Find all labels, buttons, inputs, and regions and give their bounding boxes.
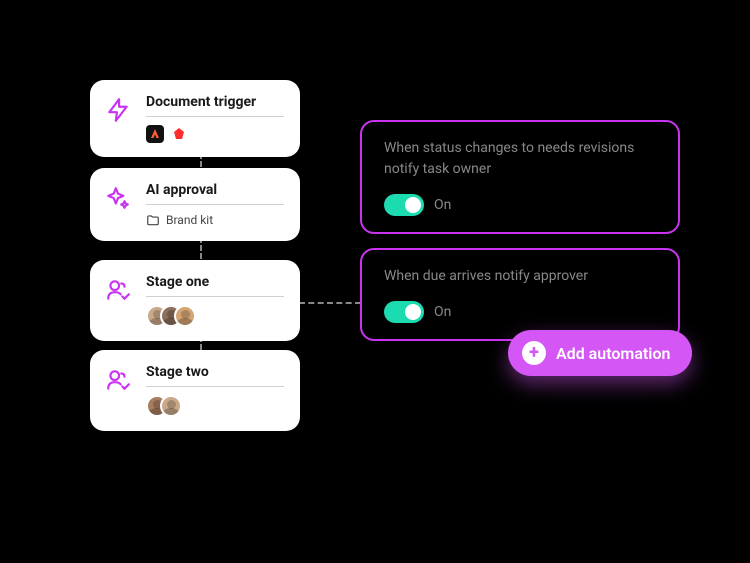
stage-content: AI approval Brand kit: [146, 182, 284, 227]
add-automation-button[interactable]: + Add automation: [508, 330, 692, 376]
connector-line: [299, 302, 361, 304]
stage-content: Stage one: [146, 274, 284, 327]
avatar-group: [146, 395, 182, 417]
stage-title: Document trigger: [146, 94, 284, 117]
stage-title: Stage one: [146, 274, 284, 297]
stage-meta: [146, 305, 284, 327]
stage-card-stage-one[interactable]: Stage one: [90, 260, 300, 341]
stage-card-ai-approval[interactable]: AI approval Brand kit: [90, 168, 300, 241]
stage-meta: [146, 395, 284, 417]
stage-meta: Brand kit: [146, 213, 284, 227]
automation-description: When status changes to needs revisions n…: [384, 138, 656, 180]
automation-card[interactable]: When due arrives notify approver On: [360, 248, 680, 341]
avatar-group: [146, 305, 196, 327]
stage-card-stage-two[interactable]: Stage two: [90, 350, 300, 431]
app-badge-a: [146, 125, 164, 143]
plus-icon: +: [522, 341, 546, 365]
user-check-icon: [104, 366, 132, 394]
stage-title: AI approval: [146, 182, 284, 205]
toggle-switch[interactable]: [384, 194, 424, 216]
toggle-label: On: [434, 197, 451, 213]
toggle-switch[interactable]: [384, 301, 424, 323]
folder-icon: [146, 213, 160, 227]
toggle-row: On: [384, 301, 656, 323]
automation-description: When due arrives notify approver: [384, 266, 656, 287]
avatar: [174, 305, 196, 327]
app-badge-gem: [170, 125, 188, 143]
stage-content: Stage two: [146, 364, 284, 417]
stage-card-trigger[interactable]: Document trigger: [90, 80, 300, 157]
avatar: [160, 395, 182, 417]
toggle-row: On: [384, 194, 656, 216]
lightning-icon: [104, 96, 132, 124]
stage-content: Document trigger: [146, 94, 284, 143]
toggle-label: On: [434, 304, 451, 320]
stage-title: Stage two: [146, 364, 284, 387]
user-check-icon: [104, 276, 132, 304]
stage-meta-label: Brand kit: [166, 213, 213, 227]
sparkle-icon: [104, 184, 132, 212]
add-button-label: Add automation: [556, 344, 670, 363]
automation-card[interactable]: When status changes to needs revisions n…: [360, 120, 680, 234]
stage-meta: [146, 125, 284, 143]
